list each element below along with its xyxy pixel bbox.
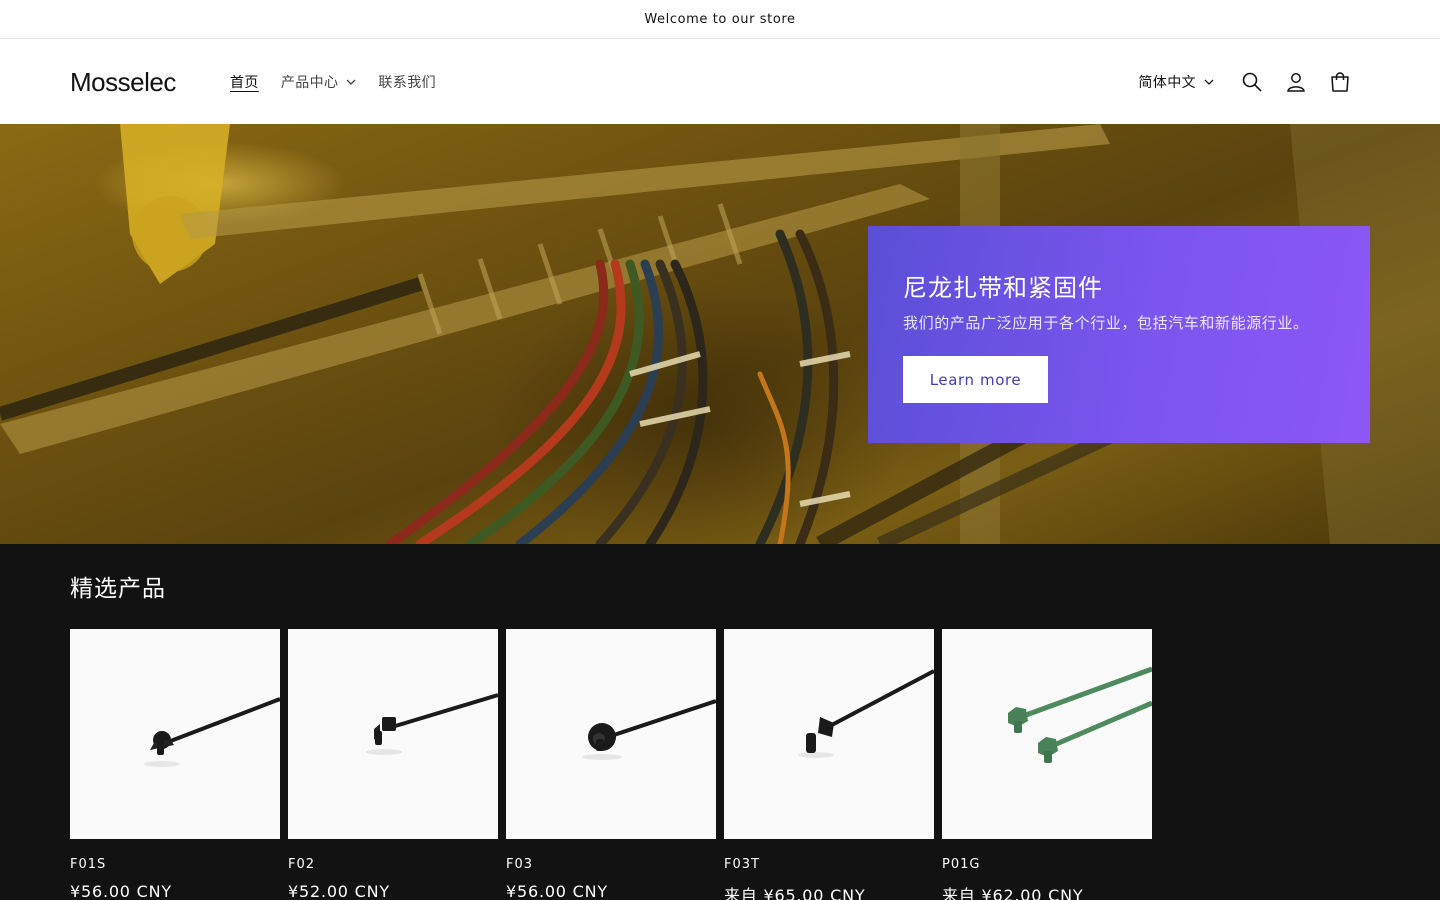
nav-item-contact[interactable]: 联系我们	[378, 72, 436, 92]
chevron-down-icon	[346, 79, 356, 85]
product-card[interactable]: F02 ¥52.00 CNY	[288, 629, 498, 900]
chevron-down-icon	[1204, 79, 1214, 85]
product-card[interactable]: F03 ¥56.00 CNY	[506, 629, 716, 900]
logo[interactable]: Mosselec	[70, 67, 176, 98]
learn-more-button[interactable]: Learn more	[903, 356, 1048, 403]
nav-item-products-label: 产品中心	[280, 75, 339, 91]
search-icon	[1242, 72, 1262, 92]
announcement-bar: Welcome to our store	[0, 0, 1440, 39]
cable-tie-image	[1008, 666, 1152, 763]
product-image[interactable]	[506, 629, 716, 839]
cable-tie-image	[366, 693, 498, 755]
product-name: F03T	[724, 857, 760, 872]
product-price: 来自 ¥65.00 CNY	[724, 886, 866, 900]
cart-icon	[1331, 72, 1349, 92]
product-image[interactable]	[942, 629, 1152, 839]
product-name: F01S	[70, 857, 107, 872]
search-button[interactable]	[1230, 67, 1274, 97]
hero-content-box: 尼龙扎带和紧固件 我们的产品广泛应用于各个行业，包括汽车和新能源行业。 Lear…	[868, 226, 1370, 443]
site-header: Mosselec 首页 产品中心 联系我们 简体中文	[0, 39, 1440, 124]
product-price: ¥52.00 CNY	[288, 882, 390, 900]
cable-tie-image	[798, 669, 934, 758]
cable-tie-image	[582, 699, 716, 760]
product-name: P01G	[942, 857, 981, 872]
product-image[interactable]	[288, 629, 498, 839]
language-label: 简体中文	[1138, 75, 1196, 91]
product-price: ¥56.00 CNY	[70, 882, 172, 900]
section-title: 精选产品	[70, 576, 166, 602]
header-tools: 简体中文	[1138, 67, 1362, 97]
main-nav: 首页 产品中心 联系我们	[230, 72, 458, 92]
cable-tie-image	[144, 697, 280, 767]
nav-item-home[interactable]: 首页	[230, 72, 259, 92]
announcement-text: Welcome to our store	[644, 11, 796, 27]
nav-item-products[interactable]: 产品中心	[281, 72, 357, 92]
product-card[interactable]: F01S ¥56.00 CNY	[70, 629, 280, 900]
language-selector[interactable]: 简体中文	[1138, 72, 1214, 92]
product-name: F03	[506, 857, 534, 872]
account-icon	[1287, 73, 1305, 92]
product-price: 来自 ¥62.00 CNY	[942, 886, 1084, 900]
hero-title: 尼龙扎带和紧固件	[903, 274, 1103, 302]
product-name: F02	[288, 857, 316, 872]
cart-button[interactable]	[1318, 67, 1362, 97]
product-card[interactable]: F03T 来自 ¥65.00 CNY	[724, 629, 934, 900]
product-card[interactable]: P01G 来自 ¥62.00 CNY	[942, 629, 1152, 900]
account-button[interactable]	[1274, 67, 1318, 97]
hero-banner: 尼龙扎带和紧固件 我们的产品广泛应用于各个行业，包括汽车和新能源行业。 Lear…	[0, 124, 1440, 544]
featured-products-section: 精选产品 F01S ¥56.00 CNY F02 ¥52.00 CNY F03 …	[0, 544, 1440, 900]
hero-subtitle: 我们的产品广泛应用于各个行业，包括汽车和新能源行业。	[903, 314, 1309, 332]
product-image[interactable]	[724, 629, 934, 839]
product-image[interactable]	[70, 629, 280, 839]
product-price: ¥56.00 CNY	[506, 882, 608, 900]
